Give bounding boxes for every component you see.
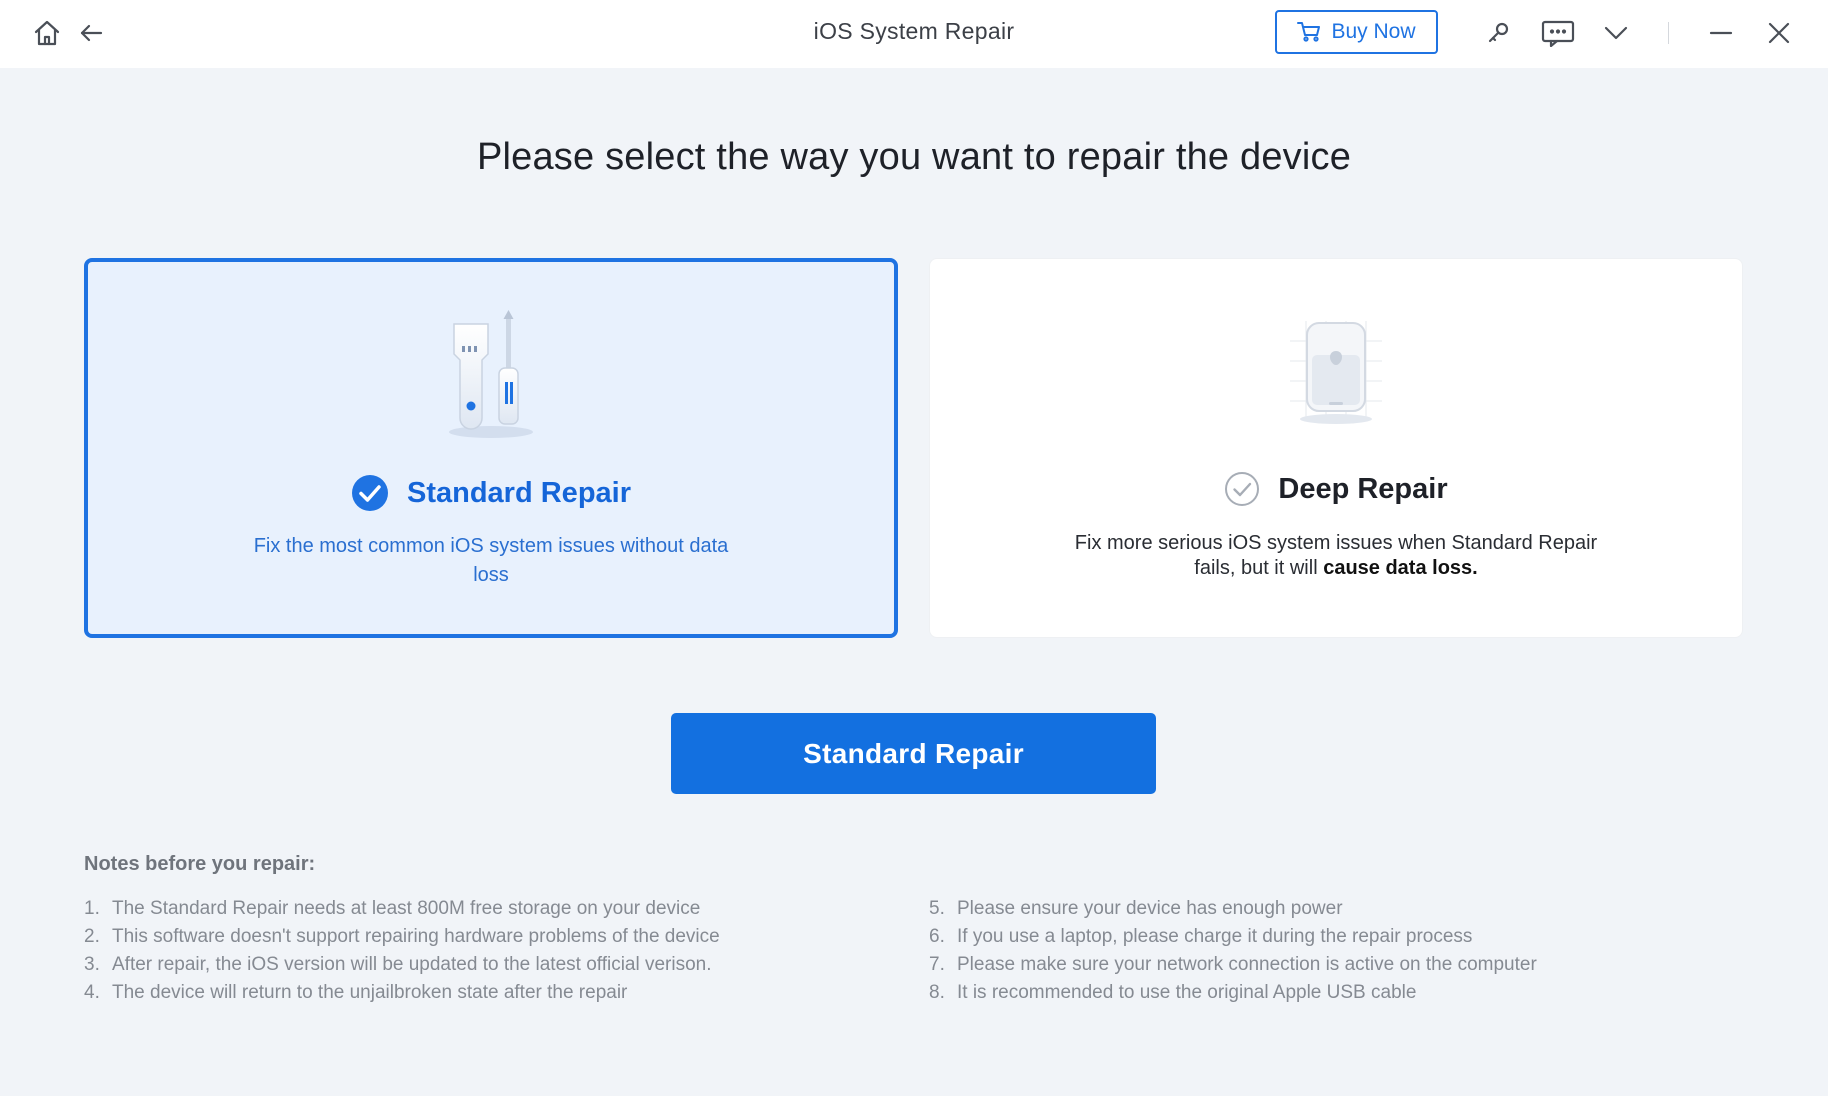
title-bar-separator — [1668, 22, 1669, 44]
checked-circle-icon — [352, 475, 388, 511]
device-icon — [1276, 311, 1396, 436]
deep-repair-option[interactable]: Deep Repair Fix more serious iOS system … — [929, 258, 1743, 638]
key-icon[interactable] — [1480, 14, 1518, 52]
notes-title: Notes before you repair: — [84, 853, 316, 875]
note-item: 7. Please make sure your network connecti… — [929, 954, 1537, 975]
deep-repair-title: Deep Repair — [1278, 472, 1448, 505]
deep-repair-title-row: Deep Repair — [930, 471, 1742, 507]
deep-repair-description: Fix more serious iOS system issues when … — [1070, 531, 1602, 581]
note-item: 2. This software doesn't support repairin… — [84, 926, 720, 947]
minimize-icon[interactable] — [1702, 14, 1740, 52]
note-item: 1. The Standard Repair needs at least 800… — [84, 898, 701, 919]
cart-icon — [1297, 22, 1321, 42]
buy-now-button[interactable]: Buy Now — [1275, 10, 1438, 54]
repair-tools-icon — [436, 310, 546, 445]
title-bar: iOS System Repair Buy Now — [0, 0, 1828, 68]
feedback-icon[interactable] — [1539, 14, 1577, 52]
note-item: 4. The device will return to the unjailbr… — [84, 982, 628, 1003]
standard-repair-title: Standard Repair — [407, 476, 631, 509]
standard-repair-title-row: Standard Repair — [88, 474, 894, 512]
data-loss-warning: cause data loss. — [1323, 557, 1478, 579]
unchecked-circle-icon — [1225, 472, 1260, 506]
close-icon[interactable] — [1760, 14, 1798, 52]
note-item: 3. After repair, the iOS version will be … — [84, 954, 712, 975]
note-item: 6. If you use a laptop, please charge it … — [929, 926, 1473, 947]
standard-repair-option[interactable]: Standard Repair Fix the most common iOS … — [84, 258, 898, 638]
buy-now-label: Buy Now — [1331, 20, 1416, 43]
note-item: 8. It is recommended to use the original … — [929, 982, 1417, 1003]
notes-list-right: 5. Please ensure your device has enough p… — [929, 895, 1537, 1007]
page-heading: Please select the way you want to repair… — [476, 136, 1352, 178]
standard-repair-description: Fix the most common iOS system issues wi… — [253, 535, 729, 586]
standard-repair-button[interactable]: Standard Repair — [671, 713, 1156, 794]
note-item: 5. Please ensure your device has enough p… — [929, 898, 1343, 919]
chevron-down-icon[interactable] — [1597, 14, 1635, 52]
notes-list-left: 1. The Standard Repair needs at least 800… — [84, 895, 720, 1007]
